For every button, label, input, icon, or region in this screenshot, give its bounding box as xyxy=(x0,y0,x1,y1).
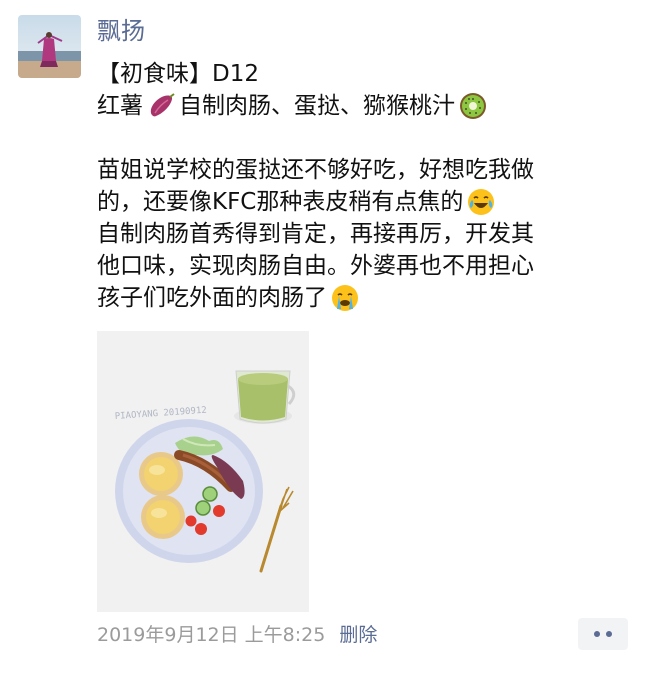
post-text-segment: 红薯 xyxy=(97,93,143,119)
timestamp: 2019年9月12日 上午8:25 xyxy=(97,624,326,646)
more-dots-icon xyxy=(594,631,600,637)
post-photo[interactable]: PIAOYANG 20190912 xyxy=(97,331,309,612)
author-name[interactable]: 飘扬 xyxy=(97,16,145,46)
post-line: 自制肉肠首秀得到肯定，再接再厉，开发其 xyxy=(97,218,637,250)
post-line: 孩子们吃外面的肉肠了 xyxy=(97,282,637,314)
post-footer: 2019年9月12日 上午8:25 删除 xyxy=(97,622,377,648)
tears-of-joy-icon xyxy=(466,187,496,217)
post-text-segment: 自制肉肠首秀得到肯定，再接再厉，开发其 xyxy=(97,221,534,247)
post-title: 【初食味】D12 xyxy=(97,61,259,87)
delete-link[interactable]: 删除 xyxy=(339,622,377,648)
post-text-segment: 孩子们吃外面的肉肠了 xyxy=(97,285,327,311)
post-line: 苗姐说学校的蛋挞还不够好吃，好想吃我做 xyxy=(97,154,637,186)
kiwi-icon xyxy=(458,91,488,121)
post-text: 【初食味】D12 红薯 自制肉肠、蛋挞、猕猴桃汁 苗姐说学校的蛋挞还不够好吃，好… xyxy=(97,58,637,314)
post-text-segment: 自制肉肠、蛋挞、猕猴桃汁 xyxy=(179,93,455,119)
post-text-segment: 的，还要像KFC那种表皮稍有点焦的 xyxy=(97,189,464,215)
post-text-segment: 他口味，实现肉肠自由。外婆再也不用担心 xyxy=(97,253,534,279)
sweet-potato-icon xyxy=(146,91,176,121)
post-text-segment: 苗姐说学校的蛋挞还不够好吃，好想吃我做 xyxy=(97,157,534,183)
post-line: 的，还要像KFC那种表皮稍有点焦的 xyxy=(97,186,637,218)
post-line: 红薯 自制肉肠、蛋挞、猕猴桃汁 xyxy=(97,90,637,122)
post-line: 【初食味】D12 xyxy=(97,58,637,90)
more-options-button[interactable] xyxy=(578,618,628,650)
avatar[interactable] xyxy=(18,15,81,78)
post-line: 他口味，实现肉肠自由。外婆再也不用担心 xyxy=(97,250,637,282)
more-dots-icon xyxy=(606,631,612,637)
loudly-crying-icon xyxy=(330,283,360,313)
